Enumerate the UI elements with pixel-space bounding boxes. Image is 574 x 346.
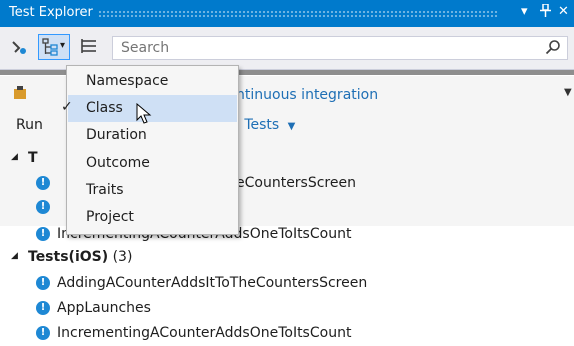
menu-item-label: Project [86, 209, 134, 225]
tree-item-row[interactable]: ! AddingACounterAddsItToTheCountersScree… [0, 272, 574, 296]
expand-triangle-icon[interactable]: ◢ [11, 152, 18, 162]
run-tests-link[interactable]: l Tests ▼ [236, 117, 295, 133]
group-label: Tests(iOS) (3) [28, 249, 132, 265]
chevron-down-icon[interactable]: ▼ [564, 87, 572, 98]
window-title: Test Explorer [9, 5, 93, 20]
pin-icon[interactable] [540, 3, 551, 21]
close-icon[interactable]: ✕ [558, 4, 569, 19]
menu-item-label: Traits [86, 182, 124, 198]
mouse-cursor-icon [136, 102, 152, 129]
menu-item-duration[interactable]: Duration [68, 122, 237, 149]
info-icon: ! [36, 276, 50, 290]
info-icon: ! [36, 301, 50, 315]
title-bar-grip[interactable] [98, 10, 498, 17]
group-by-icon [42, 38, 58, 60]
run-settings-icon[interactable] [10, 39, 28, 65]
run-label[interactable]: Run [16, 117, 43, 133]
menu-item-namespace[interactable]: Namespace [68, 68, 237, 95]
menu-item-traits[interactable]: Traits [68, 177, 237, 204]
continuous-integration-link[interactable]: ntinuous integration [236, 87, 378, 103]
expand-triangle-icon[interactable]: ◢ [11, 251, 18, 261]
info-icon: ! [36, 200, 50, 214]
test-name[interactable]: IncrementingACounterAddsOneToItsCount [57, 325, 351, 341]
search-input[interactable] [121, 39, 521, 57]
toolbar: ▾ [0, 27, 574, 70]
menu-item-label: Namespace [86, 73, 169, 89]
search-icon[interactable] [545, 39, 561, 59]
run-tests-label: l Tests [236, 117, 280, 133]
title-bar: Test Explorer ▾ ✕ [0, 0, 574, 27]
info-icon: ! [36, 227, 50, 241]
menu-item-outcome[interactable]: Outcome [68, 150, 237, 177]
menu-item-class[interactable]: ✓ Class [61, 95, 237, 122]
group-label-hidden: T [28, 150, 38, 166]
test-name[interactable]: eCountersScreen [236, 175, 356, 191]
check-icon: ✓ [61, 99, 73, 115]
group-by-button[interactable]: ▾ [38, 34, 70, 60]
search-box[interactable] [112, 36, 568, 60]
group-count: (3) [112, 249, 133, 265]
menu-item-label: Duration [86, 127, 147, 143]
tests-dropdown-icon: ▼ [287, 121, 296, 132]
test-name[interactable]: AppLaunches [57, 300, 151, 316]
info-icon: ! [36, 176, 50, 190]
group-name: Tests(iOS) [28, 249, 109, 265]
menu-item-project[interactable]: Project [68, 204, 237, 231]
window-dropdown-icon[interactable]: ▾ [521, 4, 528, 19]
list-icon[interactable] [80, 38, 98, 64]
group-by-menu: Namespace ✓ Class Duration Outcome Trait… [61, 65, 239, 235]
dropdown-arrow-icon: ▾ [60, 40, 66, 51]
tree-item-row[interactable]: ! IncrementingACounterAddsOneToItsCount [0, 322, 574, 346]
tree-group-row[interactable]: ◢ Tests(iOS) (3) [0, 247, 574, 271]
menu-item-label: Outcome [86, 155, 150, 171]
build-icon [13, 85, 31, 105]
menu-item-label: Class [86, 100, 123, 116]
tree-item-row[interactable]: ! AppLaunches [0, 297, 574, 321]
info-icon: ! [36, 326, 50, 340]
test-name[interactable]: AddingACounterAddsItToTheCountersScreen [57, 275, 367, 291]
